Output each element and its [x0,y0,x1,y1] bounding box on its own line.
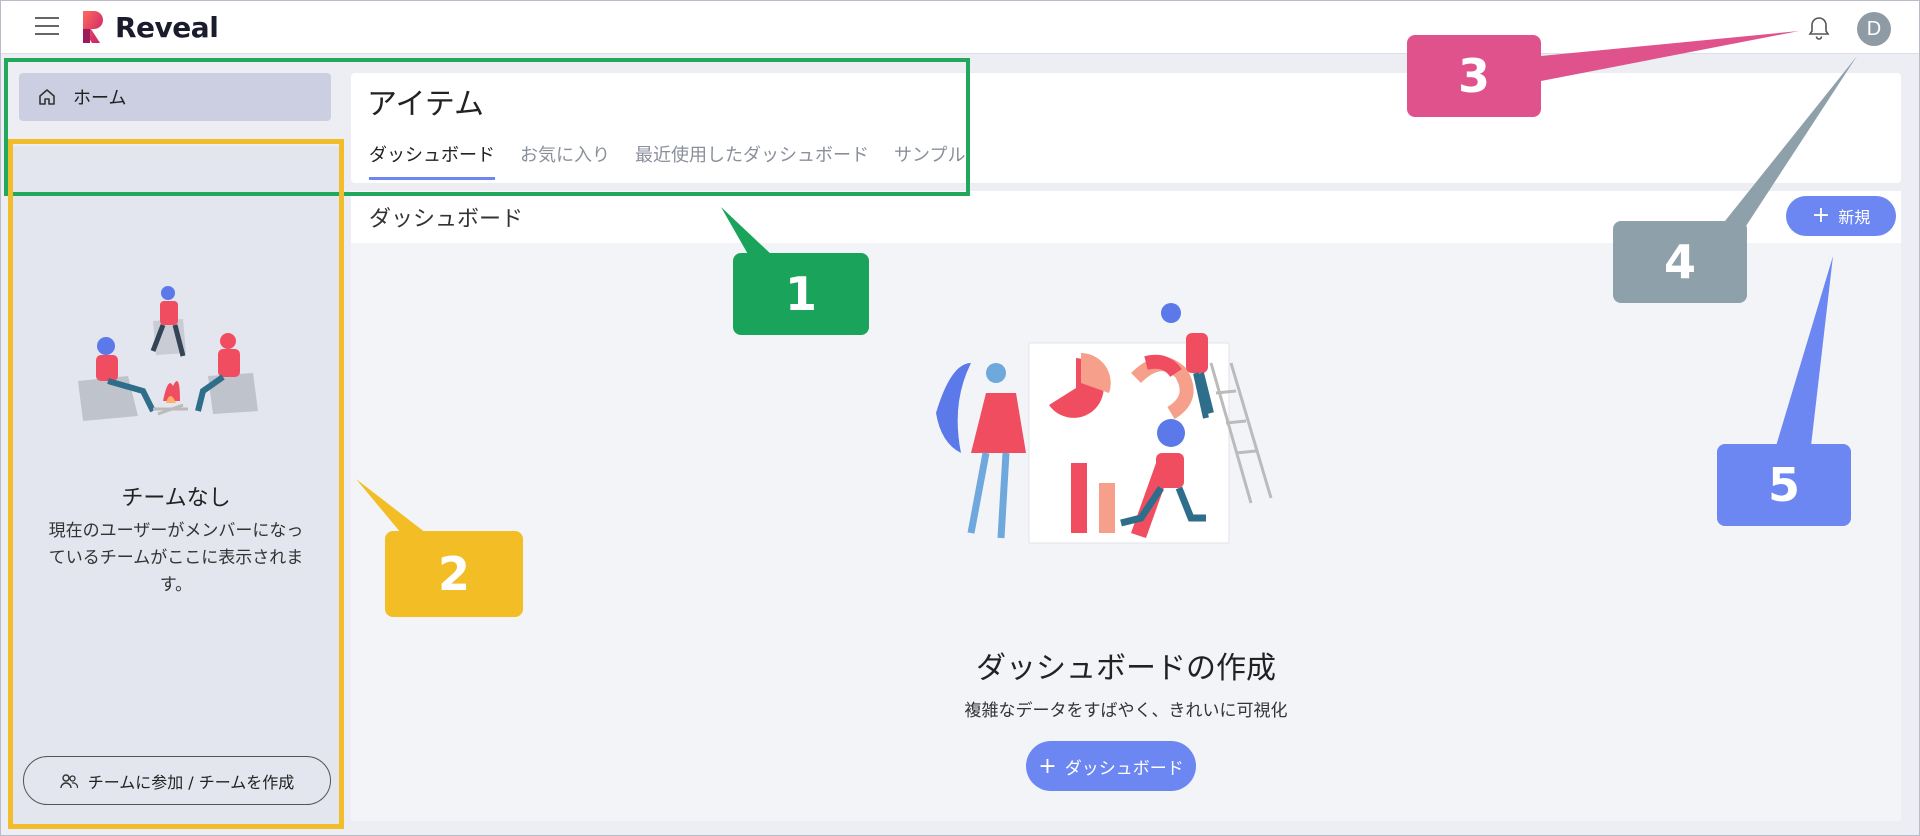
tab-dashboards[interactable]: ダッシュボード [369,141,495,180]
reveal-logo-icon [83,11,103,43]
users-icon [59,773,78,788]
callout-5: 5 [1717,444,1851,526]
top-bar: Reveal D [1,1,1919,54]
no-team-title: チームなし [121,486,231,511]
no-team-description: 現在のユーザーがメンバーになっているチームがここに表示されます。 [48,521,304,595]
join-create-team-label: チームに参加 / チームを作成 [87,772,295,792]
home-icon [39,89,55,105]
tab-samples[interactable]: サンプル [894,141,965,180]
menu-icon[interactable] [35,17,59,37]
page-title: アイテム [367,87,484,122]
join-create-team-button[interactable]: チームに参加 / チームを作成 [23,756,331,805]
user-avatar[interactable]: D [1857,12,1891,46]
plus-icon: + [1811,203,1831,228]
tab-favorites[interactable]: お気に入り [520,141,610,180]
dashboards-empty-state: ダッシュボードの作成 複雑なデータをすばやく、きれいに可視化 + ダッシュボード [351,243,1901,821]
items-header: アイテム ダッシュボード お気に入り 最近使用したダッシュボード サンプル [351,73,1901,183]
tab-recent[interactable]: 最近使用したダッシュボード [635,141,869,180]
create-dashboard-button[interactable]: + ダッシュボード [1026,741,1196,791]
teams-panel: チームなし 現在のユーザーがメンバーになっているチームがここに表示されます。 チ… [13,146,339,824]
app-name: Reveal [115,10,219,44]
callout-4: 4 [1613,221,1747,303]
app-logo[interactable]: Reveal [79,9,219,45]
empty-state-subtitle: 複雑なデータをすばやく、きれいに可視化 [964,701,1288,721]
callout-3: 3 [1407,35,1541,117]
section-title: ダッシュボード [369,207,524,232]
callout-1: 1 [733,253,869,335]
new-button[interactable]: + 新規 [1786,196,1896,236]
new-button-label: 新規 [1838,208,1871,227]
tabs: ダッシュボード お気に入り 最近使用したダッシュボード サンプル [369,141,990,180]
dashboard-illustration [936,303,1273,544]
callout-2: 2 [385,531,523,617]
plus-icon: + [1038,753,1057,779]
bell-icon[interactable] [1806,15,1832,41]
teams-illustration [78,286,258,421]
create-dashboard-label: ダッシュボード [1064,758,1184,779]
sidebar-item-label: ホーム [73,88,127,109]
sidebar-item-home[interactable]: ホーム [19,73,331,121]
empty-state-title: ダッシュボードの作成 [976,651,1276,686]
